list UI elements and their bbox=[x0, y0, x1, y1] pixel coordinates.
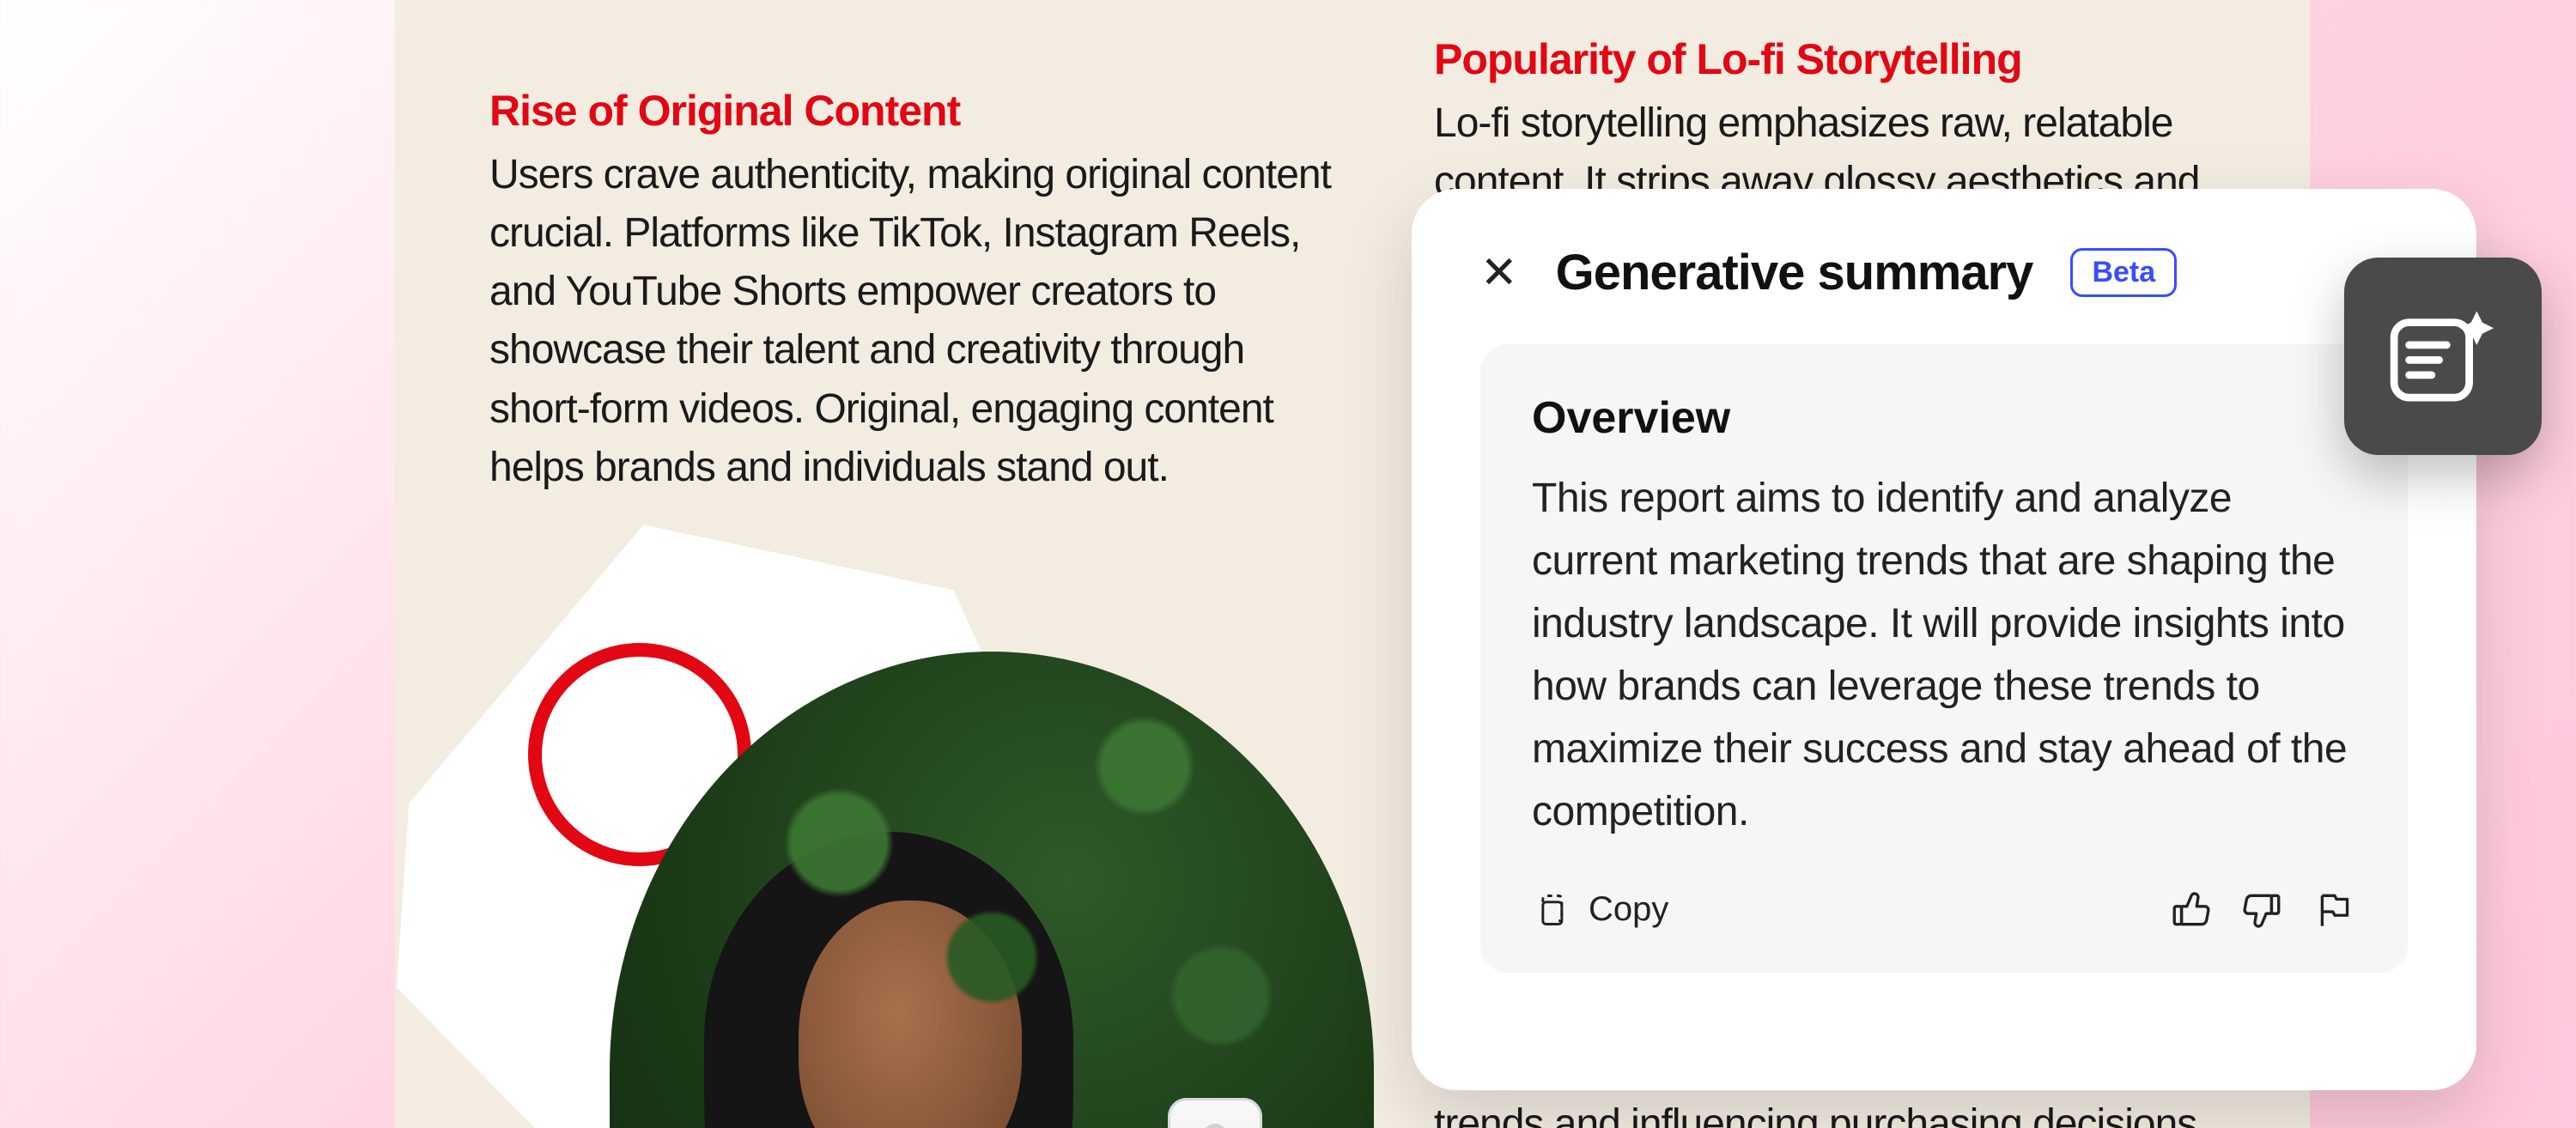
summary-actions-row: Copy bbox=[1532, 888, 2356, 931]
section-heading: Rise of Original Content bbox=[489, 86, 1348, 136]
section-heading: Popularity of Lo-fi Storytelling bbox=[1434, 34, 2215, 84]
close-icon[interactable]: ✕ bbox=[1480, 251, 1518, 295]
copy-icon bbox=[1532, 891, 1570, 929]
phone-hand bbox=[1133, 1089, 1288, 1128]
copy-label: Copy bbox=[1589, 890, 1668, 929]
summary-tool-button[interactable] bbox=[2344, 258, 2542, 455]
summary-card: Overview This report aims to identify an… bbox=[1480, 344, 2408, 973]
summary-title: Generative summary bbox=[1556, 244, 2033, 301]
generative-summary-panel: ✕ Generative summary Beta Overview This … bbox=[1412, 189, 2476, 1090]
summary-header: ✕ Generative summary Beta bbox=[1480, 244, 2408, 301]
section-rise-of-original: Rise of Original Content Users crave aut… bbox=[489, 86, 1348, 497]
thumbs-down-icon[interactable] bbox=[2241, 888, 2284, 931]
overview-body: This report aims to identify and analyze… bbox=[1532, 468, 2356, 844]
overview-heading: Overview bbox=[1532, 392, 2356, 444]
flag-icon[interactable] bbox=[2313, 888, 2356, 931]
face bbox=[799, 901, 1022, 1128]
beta-badge: Beta bbox=[2070, 248, 2177, 297]
thumbs-up-icon[interactable] bbox=[2169, 888, 2212, 931]
smartphone bbox=[1168, 1098, 1262, 1128]
photo-arch bbox=[610, 652, 1374, 1128]
person bbox=[653, 780, 1185, 1128]
section-body: Users crave authenticity, making origina… bbox=[489, 146, 1348, 497]
summary-sparkle-icon bbox=[2383, 296, 2503, 416]
hair bbox=[704, 832, 1073, 1128]
illustration-woman-phone bbox=[489, 557, 1348, 1128]
copy-button[interactable]: Copy bbox=[1532, 890, 1668, 929]
doc-left-column: Rise of Original Content Users crave aut… bbox=[489, 34, 1348, 1128]
